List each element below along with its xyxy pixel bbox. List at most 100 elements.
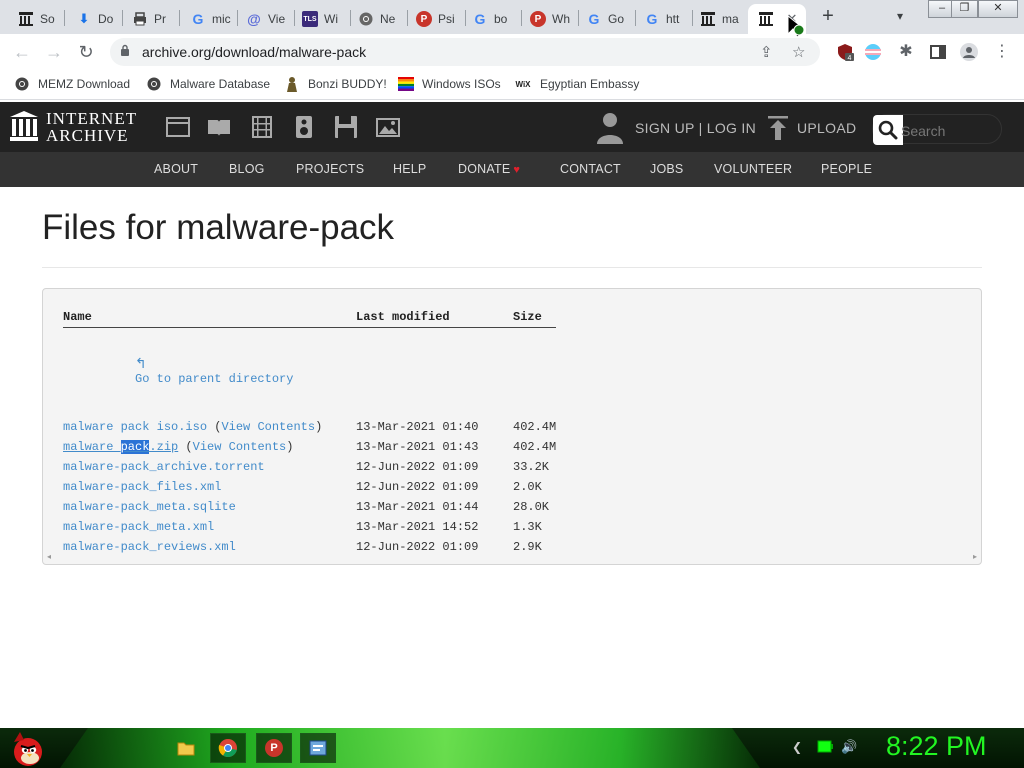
forward-arrow-icon[interactable]: → (42, 40, 66, 64)
parent-directory-link[interactable]: ↰ Go to parent directory (63, 356, 293, 400)
folder-icon (177, 742, 195, 756)
nav-help[interactable]: HELP (393, 162, 426, 176)
bookmark-label: Malware Database (170, 77, 271, 91)
browser-tab[interactable]: G htt (634, 4, 692, 34)
bookmark-item[interactable]: MEMZ Download (14, 76, 130, 92)
restore-button[interactable]: ❐ (951, 0, 978, 18)
kebab-menu-icon[interactable]: ⋮ (990, 40, 1014, 64)
flag-extension-icon[interactable] (864, 43, 882, 61)
battery-icon[interactable] (817, 740, 833, 754)
browser-tab[interactable]: Pr (122, 4, 178, 34)
nav-blog[interactable]: BLOG (229, 162, 265, 176)
file-size: 2.9K (513, 539, 542, 554)
google-icon: G (588, 11, 600, 27)
film-icon[interactable] (250, 116, 274, 138)
table-row: malware pack.zip (View Contents) 13-Mar-… (63, 435, 556, 455)
nav-projects[interactable]: PROJECTS (296, 162, 364, 176)
bookmark-label: Bonzi BUDDY! (308, 77, 387, 91)
browser-tab[interactable]: G Go (576, 4, 632, 34)
nav-contact[interactable]: CONTACT (560, 162, 621, 176)
file-link[interactable]: malware-pack_files.xml (63, 480, 221, 494)
browser-tab[interactable]: G mic (180, 4, 236, 34)
file-link[interactable]: malware-pack_reviews.xml (63, 540, 236, 554)
horizontal-scrollbar[interactable]: ◂ ▸ (45, 552, 979, 562)
web-icon[interactable] (166, 116, 190, 138)
nav-people[interactable]: PEOPLE (821, 162, 872, 176)
wix-icon: WiX (515, 79, 531, 89)
taskbar-file-explorer[interactable] (168, 733, 204, 763)
taskbar-p-app[interactable]: P (256, 733, 292, 763)
nav-jobs[interactable]: JOBS (650, 162, 683, 176)
view-contents-link[interactable]: View Contents (193, 440, 287, 454)
browser-tab[interactable]: Ne (348, 4, 406, 34)
taskbar-window-app[interactable] (300, 733, 336, 763)
file-modified: 12-Jun-2022 01:09 (356, 479, 479, 494)
browser-tab[interactable]: ma (690, 4, 746, 34)
bookmark-item[interactable]: Windows ISOs (398, 76, 501, 92)
browser-tab[interactable]: @ Vie (236, 4, 294, 34)
bookmark-item[interactable]: Bonzi BUDDY! (284, 76, 387, 92)
nav-about[interactable]: ABOUT (154, 162, 198, 176)
volume-icon[interactable]: 🔊 (841, 739, 857, 755)
bookmark-item[interactable]: Malware Database (146, 76, 270, 92)
heart-icon: ♥ (513, 164, 521, 176)
file-link[interactable]: malware-pack_meta.sqlite (63, 500, 236, 514)
scroll-right-icon[interactable]: ▸ (973, 552, 977, 561)
close-window-button[interactable]: ✕ (978, 0, 1018, 18)
view-contents-link[interactable]: View Contents (221, 420, 315, 434)
back-arrow-icon[interactable]: ← (10, 40, 34, 64)
windows-flag-icon (398, 76, 414, 92)
google-icon: G (474, 11, 486, 27)
file-link[interactable]: malware-pack_meta.xml (63, 520, 214, 534)
chevron-down-icon[interactable]: ▾ (897, 9, 903, 23)
tray-arrow-icon[interactable]: ❮ (792, 740, 802, 754)
lock-icon (121, 44, 129, 56)
file-link[interactable]: malware-pack_archive.torrent (63, 460, 265, 474)
google-icon: G (192, 11, 204, 27)
browser-tab[interactable]: So (8, 4, 62, 34)
nav-volunteer[interactable]: VOLUNTEER (714, 162, 792, 176)
search-input[interactable]: Search (901, 123, 945, 139)
browser-tab[interactable]: P Psi (406, 4, 464, 34)
bookmark-item[interactable]: WiX Egyptian Embassy (514, 76, 639, 92)
side-panel-icon[interactable] (929, 43, 947, 61)
address-bar[interactable]: archive.org/download/malware-pack ⇪ ☆ (110, 38, 820, 66)
upload-link[interactable]: UPLOAD (797, 120, 856, 136)
share-icon[interactable]: ⇪ (760, 43, 773, 61)
taskbar-chrome[interactable] (210, 733, 246, 763)
extension-badge: 4 (848, 55, 852, 61)
file-link[interactable]: malware pack iso.iso (63, 420, 207, 434)
file-link[interactable]: malware pack.zip (63, 439, 178, 454)
browser-tab[interactable]: P Wh (520, 4, 578, 34)
user-icon[interactable] (596, 112, 624, 144)
table-header-row: Name Last modified Size (63, 309, 557, 328)
table-row: malware pack iso.iso (View Contents) 13-… (63, 415, 556, 435)
ia-nav-bar: ABOUT BLOG PROJECTS HELP DONATE ♥ CONTACT… (0, 152, 1024, 187)
floppy-icon[interactable] (334, 116, 358, 138)
sign-up-login-link[interactable]: SIGN UP | LOG IN (635, 120, 756, 136)
start-button[interactable] (6, 728, 46, 768)
image-icon[interactable] (376, 116, 400, 138)
search-button[interactable] (873, 115, 903, 145)
table-row: malware-pack_files.xml 12-Jun-2022 01:09… (63, 475, 556, 495)
browser-tab[interactable]: G bo (462, 4, 518, 34)
archive-logo-icon[interactable] (10, 111, 38, 141)
upload-icon[interactable] (768, 116, 788, 140)
clock[interactable]: 8:22 PM (886, 731, 987, 762)
speaker-icon[interactable] (292, 116, 316, 138)
browser-tab[interactable]: ⬇ Do (66, 4, 120, 34)
reload-icon[interactable]: ↻ (74, 40, 98, 64)
browser-tab[interactable]: TLS Wi (292, 4, 348, 34)
shield-extension-icon[interactable]: 4 (836, 43, 854, 61)
url-text[interactable]: archive.org/download/malware-pack (142, 44, 366, 60)
archive-logo-text[interactable]: INTERNET ARCHIVE (46, 110, 137, 144)
star-icon[interactable]: ☆ (792, 43, 805, 61)
scroll-left-icon[interactable]: ◂ (47, 552, 51, 561)
book-icon[interactable] (207, 116, 231, 138)
avatar[interactable] (960, 43, 978, 61)
file-modified: 12-Jun-2022 01:09 (356, 459, 479, 474)
nav-donate[interactable]: DONATE ♥ (458, 162, 520, 176)
new-tab-button[interactable]: + (818, 6, 838, 27)
puzzle-icon[interactable]: ✱ (894, 40, 918, 64)
file-size: 28.0K (513, 499, 550, 514)
